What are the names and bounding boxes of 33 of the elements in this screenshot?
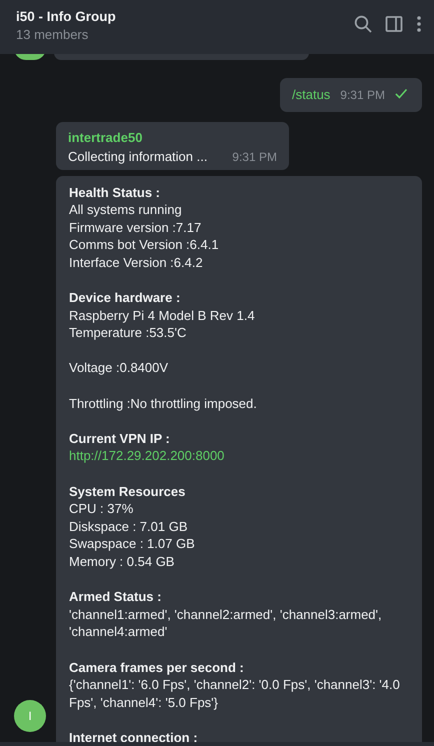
message-text: Collecting information ... [68, 148, 208, 166]
info-line: Diskspace : 7.01 GB [69, 518, 188, 536]
info-line: {'channel1': '6.0 Fps', 'channel2': '0.0 Fps', 'channel3': '4.0 Fps', 'channel4': '5.0 Fps'} [69, 676, 401, 712]
more-icon[interactable] [416, 14, 422, 32]
section-heading: System Resources [69, 482, 186, 500]
section-heading: Current VPN IP : [69, 430, 171, 448]
side-panel-icon[interactable] [385, 14, 403, 32]
info-line: All systems running [69, 201, 183, 219]
section-heading: Armed Status : [69, 588, 162, 606]
section-heading: Health Status : [69, 184, 162, 202]
info-line: Memory : 0.54 GB [69, 552, 176, 571]
message-time: 9:31 PM [232, 149, 277, 166]
info-line: Swapspace : 1.07 GB [69, 535, 196, 553]
message-time: 9:31 PM [340, 87, 385, 104]
info-line: CPU : 37% [69, 500, 134, 518]
sender-name: intertrade50 [68, 128, 144, 146]
section-heading: Camera frames per second : [69, 658, 245, 676]
message-text: /status [292, 86, 330, 104]
info-line: Interface Version :6.4.2 [69, 254, 204, 272]
info-line: Throttling :No throttling imposed. [69, 394, 258, 412]
info-line: Comms bot Version :6.4.1 [69, 236, 220, 254]
link[interactable]: http://172.29.202.200:8000 [69, 447, 409, 465]
member-count: 13 members [16, 26, 90, 44]
section-heading: Internet connection : [69, 728, 199, 746]
info-line: 'channel1:armed', 'channel2:armed', 'channel3:armed', 'channel4:armed' [69, 606, 383, 641]
avatar: I [14, 700, 46, 732]
info-line: Temperature :53.5'C [69, 324, 188, 342]
group-title: i50 - Info Group [16, 8, 116, 26]
info-line: Raspberry Pi 4 Model B Rev 1.4 [69, 306, 256, 324]
info-line: Firmware version :7.17 [69, 218, 202, 236]
section-heading: Device hardware : [69, 289, 182, 307]
search-icon[interactable] [354, 14, 372, 32]
info-line: Voltage :0.8400V [69, 359, 170, 378]
